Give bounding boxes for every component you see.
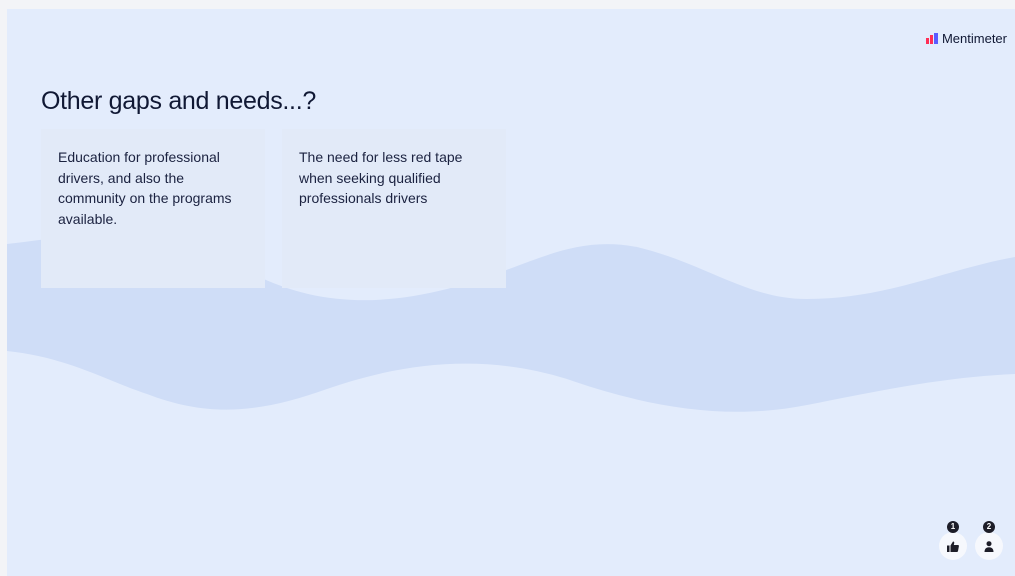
response-card: Education for professional drivers, and … bbox=[41, 129, 265, 288]
brand-name: Mentimeter bbox=[941, 31, 1007, 46]
like-count-badge: 1 bbox=[947, 521, 959, 533]
mentimeter-logo-icon bbox=[925, 33, 938, 44]
audience-button[interactable] bbox=[975, 532, 1003, 560]
response-card: The need for less red tape when seeking … bbox=[282, 129, 506, 288]
like-reaction[interactable]: 1 bbox=[939, 521, 967, 560]
audience-count-badge: 2 bbox=[983, 521, 995, 533]
mentimeter-brand: Mentimeter bbox=[925, 31, 1007, 46]
like-button[interactable] bbox=[939, 532, 967, 560]
slide: Mentimeter Other gaps and needs...? Educ… bbox=[7, 9, 1015, 576]
audience-reaction[interactable]: 2 bbox=[975, 521, 1003, 560]
thumbs-up-icon bbox=[947, 541, 959, 552]
response-text: Education for professional drivers, and … bbox=[58, 149, 232, 227]
slide-title: Other gaps and needs...? bbox=[41, 87, 316, 115]
response-text: The need for less red tape when seeking … bbox=[299, 149, 463, 206]
person-icon bbox=[984, 540, 994, 552]
